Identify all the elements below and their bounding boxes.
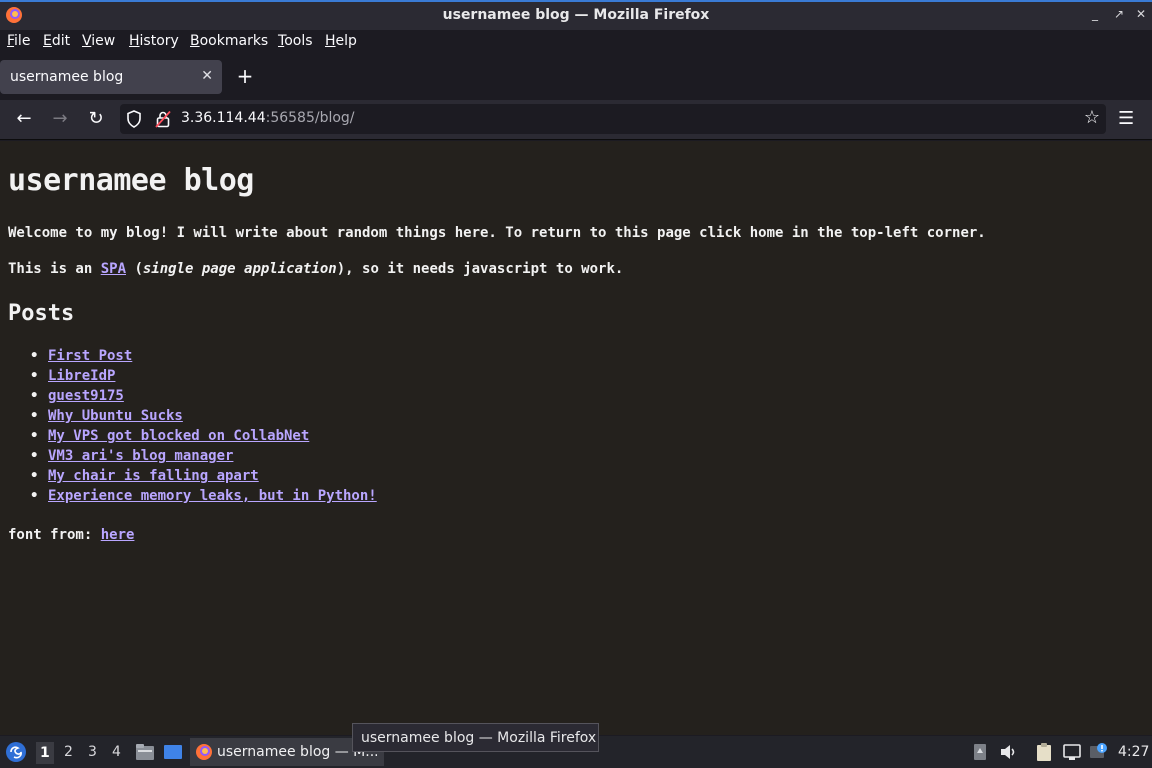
minimize-button[interactable]: _ — [1088, 7, 1102, 21]
back-arrow-icon[interactable]: ← — [12, 108, 36, 130]
spa-link[interactable]: SPA — [101, 261, 126, 277]
insecure-lock-icon[interactable] — [155, 110, 171, 128]
spa-text: This is an SPA (single page application)… — [8, 261, 623, 277]
spa-italic: single page application — [142, 261, 337, 277]
shield-icon[interactable] — [126, 110, 142, 128]
taskbar-tooltip: usernamee blog — Mozilla Firefox — [352, 723, 599, 752]
app-menu-icon[interactable]: ☰ — [1118, 108, 1134, 129]
window-title: usernamee blog — Mozilla Firefox — [442, 7, 710, 23]
file-manager-icon[interactable] — [135, 742, 155, 762]
clock: 4:27 — [1118, 744, 1150, 760]
menu-bar: File Edit View History Bookmarks Tools H… — [0, 30, 1152, 54]
post-link[interactable]: Why Ubuntu Sucks — [48, 408, 183, 424]
post-link[interactable]: First Post — [48, 348, 132, 364]
volume-icon[interactable] — [998, 742, 1018, 762]
menu-help[interactable]: Help — [325, 33, 357, 49]
list-item: LibreIdP — [30, 368, 377, 388]
clipboard-icon[interactable] — [1034, 742, 1054, 762]
post-link[interactable]: My chair is falling apart — [48, 468, 259, 484]
workspace-2[interactable]: 2 — [64, 744, 73, 760]
menu-edit[interactable]: Edit — [43, 33, 70, 49]
menu-tools[interactable]: Tools — [278, 33, 313, 49]
reload-icon[interactable]: ↻ — [84, 108, 108, 130]
spa-open: ( — [126, 261, 143, 277]
notification-icon[interactable] — [1088, 742, 1108, 762]
posts-heading: Posts — [8, 301, 75, 326]
window-titlebar: usernamee blog — Mozilla Firefox _ ↗ ✕ — [0, 0, 1152, 30]
workspace-3[interactable]: 3 — [88, 744, 97, 760]
workspace-1[interactable]: 1 — [36, 742, 54, 764]
post-link[interactable]: Experience memory leaks, but in Python! — [48, 488, 377, 504]
forward-arrow-icon[interactable]: → — [48, 108, 72, 130]
list-item: VM3 ari's blog manager — [30, 448, 377, 468]
keyboard-layout-icon[interactable] — [970, 742, 990, 762]
url-text[interactable]: 3.36.114.44:56585/blog/ — [181, 110, 355, 126]
welcome-text: Welcome to my blog! I will write about r… — [8, 225, 986, 241]
new-tab-icon[interactable]: + — [234, 65, 256, 87]
url-path: :56585/blog/ — [265, 110, 355, 126]
start-menu-icon[interactable] — [5, 741, 27, 763]
menu-bookmarks[interactable]: Bookmarks — [190, 33, 268, 49]
post-link[interactable]: VM3 ari's blog manager — [48, 448, 233, 464]
list-item: guest9175 — [30, 388, 377, 408]
list-item: My VPS got blocked on CollabNet — [30, 428, 377, 448]
tab-usernamee-blog[interactable]: usernamee blog ✕ — [0, 60, 222, 94]
desktop-icon[interactable] — [163, 742, 183, 762]
list-item: My chair is falling apart — [30, 468, 377, 488]
menu-history[interactable]: History — [129, 33, 179, 49]
list-item: First Post — [30, 348, 377, 368]
post-link[interactable]: guest9175 — [48, 388, 124, 404]
page-title: usernamee blog — [8, 163, 254, 198]
font-link[interactable]: here — [101, 527, 135, 543]
bookmark-star-icon[interactable]: ☆ — [1084, 107, 1100, 128]
tab-strip: usernamee blog ✕ + — [0, 54, 1152, 100]
font-credit: font from: here — [8, 527, 134, 543]
spa-suffix: ), so it needs javascript to work. — [336, 261, 624, 277]
maximize-button[interactable]: ↗ — [1112, 7, 1126, 21]
posts-list: First Post LibreIdP guest9175 Why Ubuntu… — [30, 348, 377, 508]
post-link[interactable]: My VPS got blocked on CollabNet — [48, 428, 309, 444]
tab-close-icon[interactable]: ✕ — [201, 68, 213, 84]
url-bar[interactable]: 3.36.114.44:56585/blog/ ☆ — [120, 104, 1106, 134]
font-prefix: font from: — [8, 527, 101, 543]
list-item: Experience memory leaks, but in Python! — [30, 488, 377, 508]
close-window-button[interactable]: ✕ — [1134, 7, 1148, 21]
navigation-bar: ← → ↻ 3.36.114.44:56585/blog/ ☆ ☰ — [0, 100, 1152, 140]
menu-file[interactable]: File — [7, 33, 30, 49]
menu-view[interactable]: View — [82, 33, 115, 49]
network-icon[interactable] — [1062, 742, 1082, 762]
page-content: usernamee blog Welcome to my blog! I wil… — [0, 141, 1152, 735]
url-host: 3.36.114.44 — [181, 110, 266, 126]
workspace-4[interactable]: 4 — [112, 744, 121, 760]
list-item: Why Ubuntu Sucks — [30, 408, 377, 428]
post-link[interactable]: LibreIdP — [48, 368, 115, 384]
tab-title: usernamee blog — [10, 69, 124, 85]
spa-prefix: This is an — [8, 261, 101, 277]
firefox-icon — [196, 744, 212, 760]
